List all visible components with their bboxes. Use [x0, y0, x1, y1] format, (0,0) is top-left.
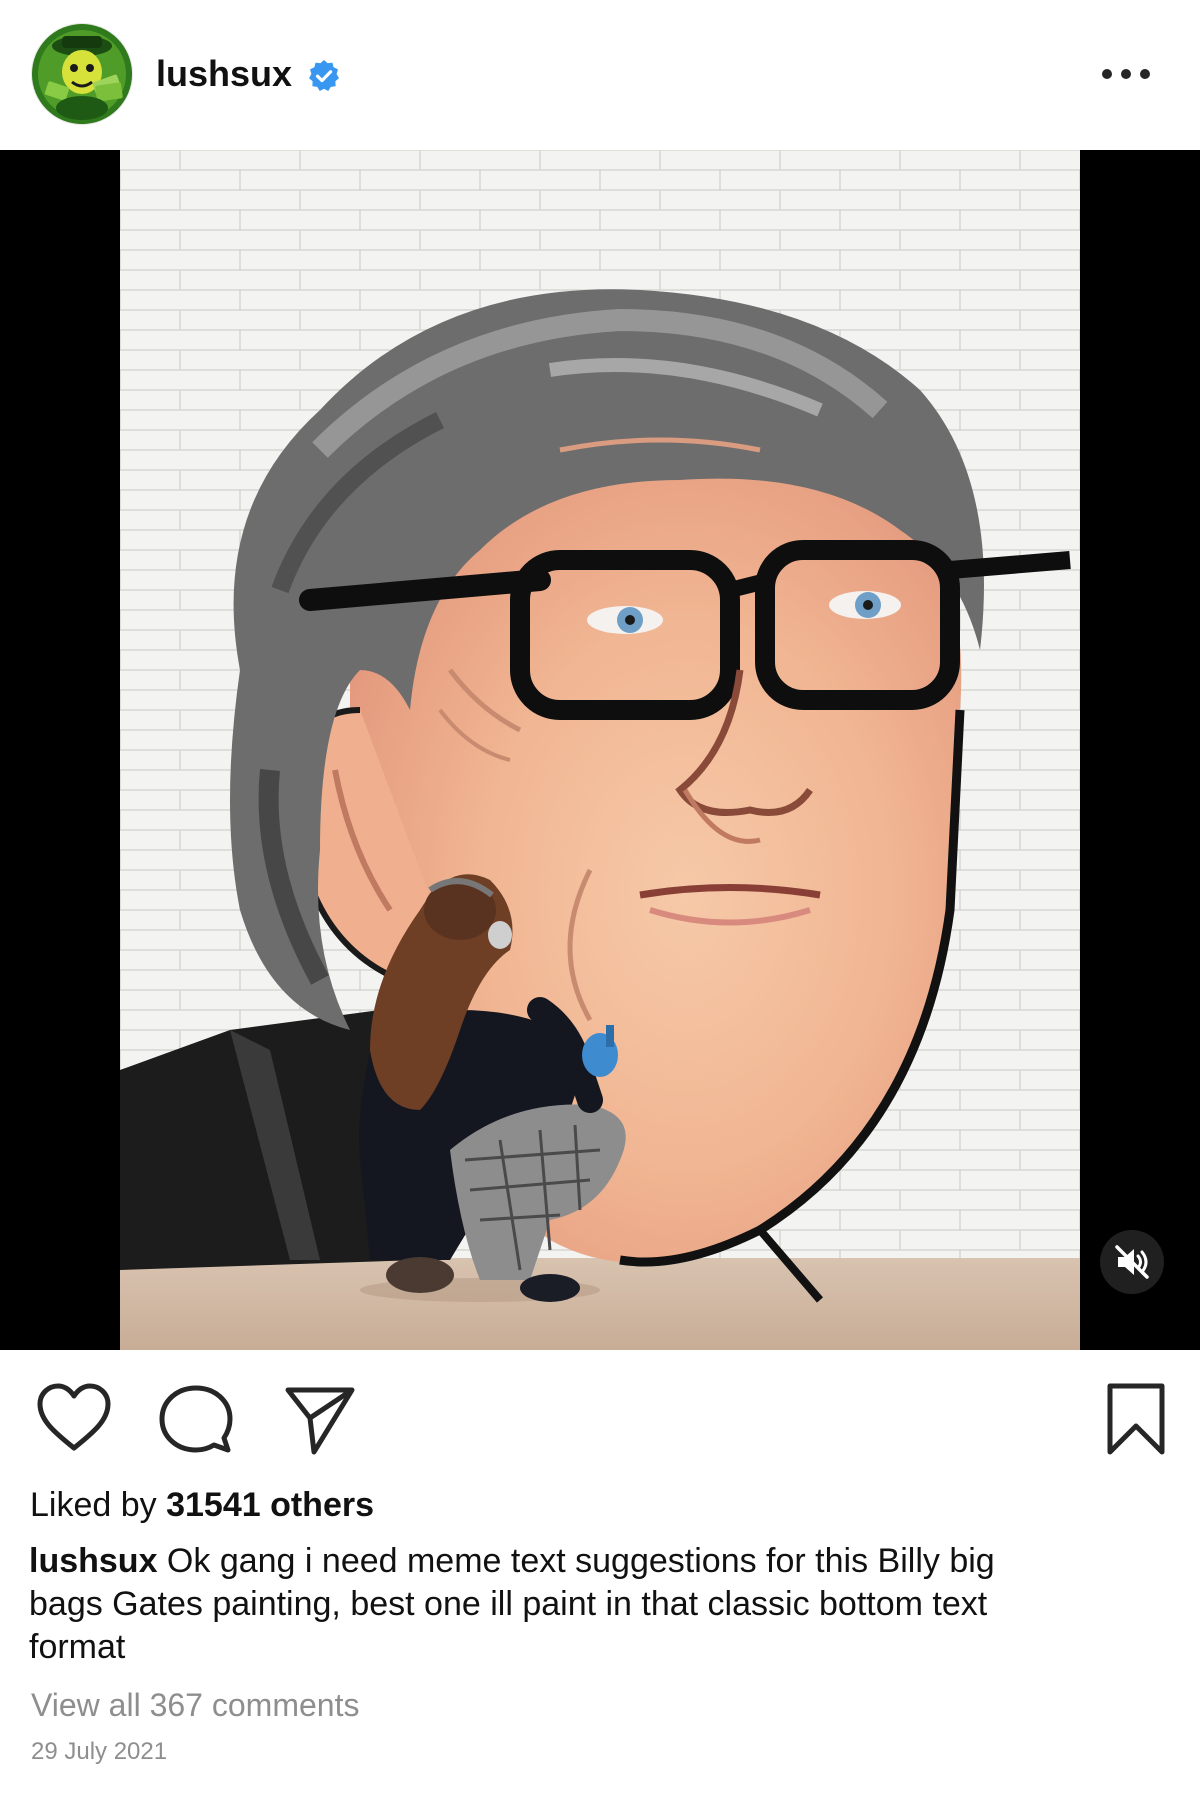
post-caption: lushsux Ok gang i need meme text suggest…: [29, 1540, 1029, 1669]
verified-badge-icon: [309, 60, 339, 91]
mural-painting: [120, 150, 1080, 1350]
avatar[interactable]: [32, 24, 132, 124]
speaker-muted-icon: [1115, 1245, 1149, 1279]
paper-plane-icon: [285, 1387, 355, 1455]
view-comments-link[interactable]: View all 367 comments: [31, 1684, 359, 1726]
comment-button[interactable]: [156, 1380, 236, 1460]
like-button[interactable]: [34, 1380, 114, 1460]
post-date: 29 July 2021: [31, 1738, 168, 1765]
likes-count[interactable]: 31541 others: [166, 1486, 374, 1524]
comment-bubble-icon: [159, 1385, 233, 1453]
save-button[interactable]: [1096, 1380, 1176, 1460]
share-button[interactable]: [280, 1380, 360, 1460]
heart-icon: [37, 1383, 111, 1451]
likes-prefix: Liked by: [30, 1486, 167, 1524]
caption-username[interactable]: lushsux: [29, 1542, 157, 1580]
likes-summary[interactable]: Liked by 31541 others: [30, 1482, 374, 1528]
post-header: lushsux: [0, 0, 1200, 150]
mute-toggle-button[interactable]: [1100, 1230, 1164, 1294]
avatar-cartoon-money-icon: [32, 24, 132, 124]
post-media[interactable]: [0, 150, 1200, 1350]
mural-painting-image: [120, 150, 1080, 1350]
more-options-icon[interactable]: [1096, 56, 1156, 92]
bookmark-icon: [1107, 1383, 1165, 1455]
post-actions: [0, 1350, 1200, 1460]
username[interactable]: lushsux: [156, 50, 292, 98]
caption-text: Ok gang i need meme text suggestions for…: [29, 1542, 995, 1666]
